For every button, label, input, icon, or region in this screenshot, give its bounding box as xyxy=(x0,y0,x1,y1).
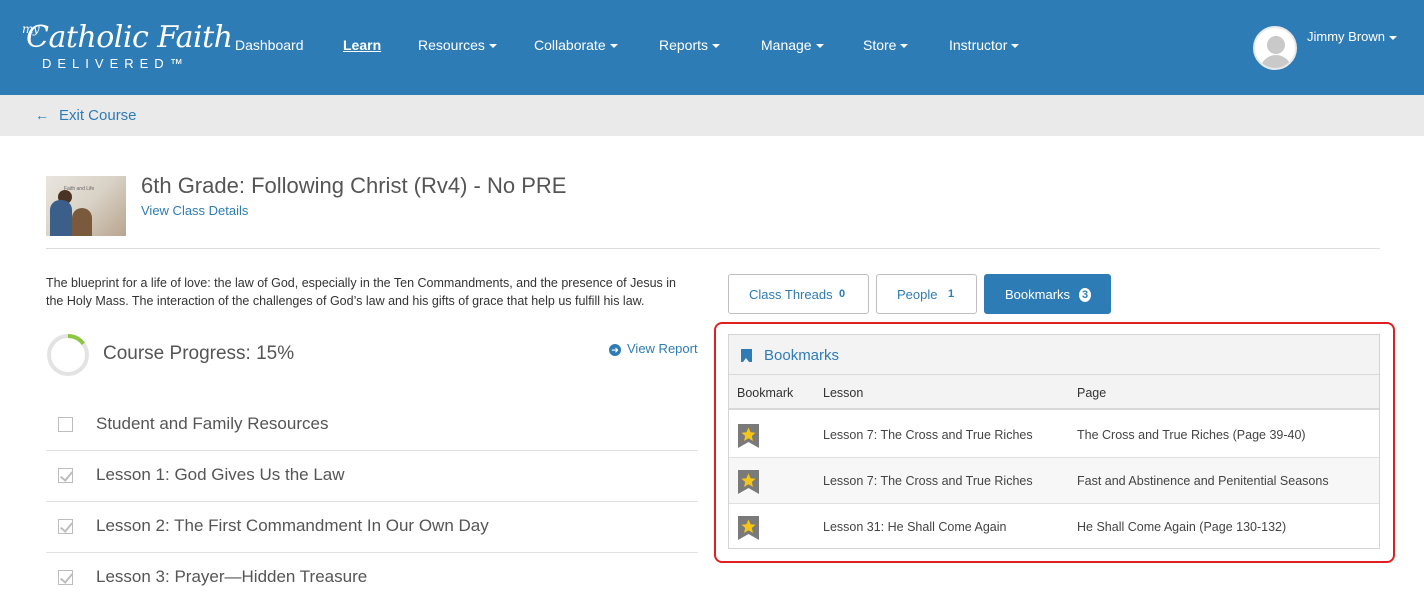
user-name-label: Jimmy Brown xyxy=(1307,29,1386,44)
nav-resources[interactable]: Resources xyxy=(418,37,497,53)
nav-reports[interactable]: Reports xyxy=(659,37,721,53)
thumb-figure-child xyxy=(72,208,92,236)
star-icon[interactable] xyxy=(738,470,759,494)
bookmark-page[interactable]: Fast and Abstinence and Penitential Seas… xyxy=(1077,474,1329,488)
course-description: The blueprint for a life of love: the la… xyxy=(46,276,676,308)
course-title: 6th Grade: Following Christ (Rv4) - No P… xyxy=(141,173,567,198)
top-navbar: my Catholic Faith DELIVERED™ Dashboard L… xyxy=(0,0,1424,95)
nav-store-label: Store xyxy=(863,37,897,53)
column-header-page: Page xyxy=(1077,386,1107,400)
header-divider xyxy=(46,248,1380,249)
lesson-name: Student and Family Resources xyxy=(96,414,329,433)
view-class-details-link[interactable]: View Class Details xyxy=(141,203,248,218)
tab-people-count: 1 xyxy=(948,288,955,300)
lesson-item[interactable]: Lesson 2: The First Commandment In Our O… xyxy=(46,502,698,553)
lesson-checkbox[interactable] xyxy=(58,519,73,534)
lesson-item[interactable]: Lesson 1: God Gives Us the Law xyxy=(46,451,698,502)
lesson-name: Lesson 3: Prayer—Hidden Treasure xyxy=(96,567,368,586)
bookmarks-panel-header: Bookmarks xyxy=(729,335,1379,375)
tab-class-threads-label: Class Threads xyxy=(749,287,833,302)
nav-reports-label: Reports xyxy=(659,37,709,53)
view-report-link[interactable]: ➜ View Report xyxy=(609,341,698,356)
nav-collaborate[interactable]: Collaborate xyxy=(534,37,618,53)
nav-dashboard[interactable]: Dashboard xyxy=(235,37,304,53)
course-progress-label: Course Progress: 15% xyxy=(103,343,295,364)
bookmark-lesson[interactable]: Lesson 7: The Cross and True Riches xyxy=(823,428,1033,442)
lesson-name: Lesson 2: The First Commandment In Our O… xyxy=(96,516,489,535)
column-header-bookmark: Bookmark xyxy=(737,386,794,400)
nav-manage-label: Manage xyxy=(761,37,812,53)
nav-resources-label: Resources xyxy=(418,37,485,53)
nav-learn-label: Learn xyxy=(343,37,382,53)
nav-manage[interactable]: Manage xyxy=(761,37,824,53)
brand-logo[interactable]: my Catholic Faith DELIVERED™ xyxy=(20,18,233,74)
user-menu[interactable]: Jimmy Brown xyxy=(1307,29,1398,44)
nav-instructor-label: Instructor xyxy=(949,37,1008,53)
logo-sub: DELIVERED™ xyxy=(42,56,189,71)
view-report-label: View Report xyxy=(627,341,698,356)
thumb-figure-adult xyxy=(50,200,72,236)
bookmarks-panel: Bookmarks Bookmark Lesson Page Lesson 7:… xyxy=(728,334,1380,549)
tab-people[interactable]: People 1 xyxy=(876,274,977,314)
star-icon[interactable] xyxy=(738,516,759,540)
star-icon[interactable] xyxy=(738,424,759,448)
lesson-checkbox[interactable] xyxy=(58,570,73,585)
avatar-body xyxy=(1260,55,1292,68)
nav-learn[interactable]: Learn xyxy=(343,37,381,53)
tab-class-threads-count: 0 xyxy=(839,288,846,300)
course-thumbnail: Faith and Life xyxy=(46,176,126,236)
bookmark-lesson[interactable]: Lesson 7: The Cross and True Riches xyxy=(823,474,1033,488)
logo-main: Catholic Faith xyxy=(26,20,233,55)
lesson-name: Lesson 1: God Gives Us the Law xyxy=(96,465,345,484)
lesson-checkbox[interactable] xyxy=(58,468,73,483)
avatar-head xyxy=(1267,36,1285,54)
circle-arrow-right-icon: ➜ xyxy=(609,344,621,356)
lesson-item[interactable]: Student and Family Resources xyxy=(46,400,698,451)
table-row[interactable]: Lesson 7: The Cross and True Riches The … xyxy=(729,412,1379,458)
avatar[interactable] xyxy=(1253,26,1297,70)
bookmarks-table-header: Bookmark Lesson Page xyxy=(729,375,1379,410)
column-header-lesson: Lesson xyxy=(823,386,864,400)
progress-ring xyxy=(47,334,89,376)
exit-course-link[interactable]: ← Exit Course xyxy=(35,107,137,124)
chevron-down-icon xyxy=(488,44,497,49)
chevron-down-icon xyxy=(609,44,618,49)
chevron-down-icon xyxy=(900,44,909,49)
chevron-down-icon xyxy=(712,44,721,49)
bookmark-page[interactable]: The Cross and True Riches (Page 39-40) xyxy=(1077,428,1306,442)
logo-my: my xyxy=(22,22,40,36)
tab-bookmarks-count: 3 xyxy=(1079,288,1091,302)
nav-dashboard-label: Dashboard xyxy=(235,37,304,53)
arrow-left-icon: ← xyxy=(35,107,49,123)
bookmarks-panel-title: Bookmarks xyxy=(764,347,840,364)
bookmark-page[interactable]: He Shall Come Again (Page 130-132) xyxy=(1077,520,1286,534)
bookmark-lesson[interactable]: Lesson 31: He Shall Come Again xyxy=(823,520,1006,534)
nav-store[interactable]: Store xyxy=(863,37,909,53)
tab-class-threads[interactable]: Class Threads 0 xyxy=(728,274,869,314)
tab-bookmarks[interactable]: Bookmarks 3 xyxy=(984,274,1111,314)
logo-wordmark: my Catholic Faith xyxy=(22,20,233,55)
tab-bookmarks-label: Bookmarks xyxy=(1005,287,1071,302)
lesson-checkbox[interactable] xyxy=(58,417,73,432)
tab-people-label: People xyxy=(897,287,938,302)
nav-instructor[interactable]: Instructor xyxy=(949,37,1020,53)
chevron-down-icon xyxy=(1389,35,1398,40)
nav-collaborate-label: Collaborate xyxy=(534,37,606,53)
table-row[interactable]: Lesson 7: The Cross and True Riches Fast… xyxy=(729,458,1379,504)
bookmark-icon xyxy=(741,349,752,362)
lesson-item[interactable]: Lesson 3: Prayer—Hidden Treasure xyxy=(46,553,698,601)
table-row[interactable]: Lesson 31: He Shall Come Again He Shall … xyxy=(729,504,1379,550)
exit-course-bar: ← Exit Course xyxy=(0,95,1424,136)
chevron-down-icon xyxy=(1011,44,1020,49)
chevron-down-icon xyxy=(815,44,824,49)
exit-course-label: Exit Course xyxy=(59,107,137,124)
